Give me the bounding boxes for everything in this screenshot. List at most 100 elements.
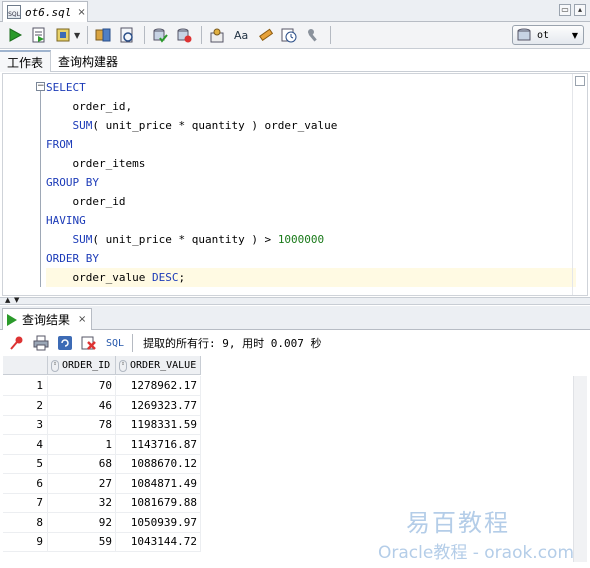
refresh-icon[interactable] <box>54 332 76 354</box>
column-header-order-value[interactable]: ⇕ ORDER_VALUE <box>116 356 201 375</box>
format-icon[interactable]: Aa <box>230 24 252 46</box>
table-row[interactable]: 6 27 1084871.49 <box>3 473 201 494</box>
rollback-icon[interactable] <box>173 24 195 46</box>
restore-window-icon[interactable]: ▭ <box>559 4 571 16</box>
order-id-cell[interactable]: 70 <box>48 376 116 396</box>
autotrace-dropdown-icon[interactable]: ▼ <box>74 31 80 40</box>
editor-corner-box <box>575 76 585 86</box>
fold-collapse-icon[interactable]: − <box>36 82 45 91</box>
table-row[interactable]: 3 78 1198331.59 <box>3 415 201 435</box>
order-value-cell[interactable]: 1278962.17 <box>116 376 201 396</box>
tab-worksheet[interactable]: 工作表 <box>0 50 52 72</box>
sql-editor[interactable]: − SELECT order_id, SUM( unit_price * qua… <box>2 73 588 296</box>
connection-select[interactable]: ot ▼ <box>512 25 584 45</box>
toolbar-separator <box>330 26 332 44</box>
autotrace-icon[interactable] <box>52 24 74 46</box>
table-row[interactable]: 5 68 1088670.12 <box>3 454 201 474</box>
sql-function: SUM <box>72 233 93 246</box>
code-line[interactable]: order_id <box>46 192 576 211</box>
order-value-cell[interactable]: 1198331.59 <box>116 415 201 435</box>
order-id-cell[interactable]: 1 <box>48 434 116 455</box>
code-line[interactable]: order_id, <box>46 97 576 116</box>
order-id-cell[interactable]: 92 <box>48 512 116 533</box>
splitter-down-icon[interactable]: ▼ <box>14 296 19 304</box>
row-number: 7 <box>3 493 48 513</box>
editor-right-margin <box>572 74 573 295</box>
code-line[interactable]: SUM( unit_price * quantity ) order_value <box>46 116 576 135</box>
file-tab-ot6[interactable]: SQL ot6.sql × <box>2 1 88 22</box>
grid-header: ⇕ ORDER_ID ⇕ ORDER_VALUE <box>3 356 201 375</box>
tools-icon[interactable] <box>302 24 324 46</box>
column-header-order-id[interactable]: ⇕ ORDER_ID <box>48 356 116 375</box>
toolbar-separator <box>201 26 203 44</box>
table-row[interactable]: 2 46 1269323.77 <box>3 395 201 416</box>
close-result-tab-icon[interactable]: × <box>78 314 86 325</box>
code-line[interactable]: GROUP BY <box>46 173 576 192</box>
sql-keyword: ORDER BY <box>46 252 99 265</box>
order-id-cell[interactable]: 46 <box>48 395 116 416</box>
sql-text: order_value <box>46 271 152 284</box>
row-number: 1 <box>3 376 48 396</box>
chevron-down-icon: ▼ <box>571 30 578 40</box>
sql-tuning-icon[interactable] <box>116 24 138 46</box>
code-line[interactable]: SUM( unit_price * quantity ) > 1000000 <box>46 230 576 249</box>
order-id-cell[interactable]: 32 <box>48 493 116 513</box>
order-value-cell[interactable]: 1143716.87 <box>116 434 201 455</box>
order-value-cell[interactable]: 1043144.72 <box>116 532 201 552</box>
sql-text: ; <box>178 271 186 284</box>
sql-link[interactable]: SQL <box>106 338 124 349</box>
sql-number: 1000000 <box>277 233 325 246</box>
code-line[interactable]: order_items <box>46 154 576 173</box>
table-row[interactable]: 1 70 1278962.17 <box>3 376 201 396</box>
result-toolbar: SQL 提取的所有行: 9, 用时 0.007 秒 <box>0 331 590 355</box>
close-tab-icon[interactable]: × <box>77 7 85 18</box>
database-connection-icon <box>517 28 531 41</box>
table-row[interactable]: 8 92 1050939.97 <box>3 512 201 533</box>
tab-query-builder[interactable]: 查询构建器 <box>51 50 125 72</box>
code-line[interactable]: SELECT <box>46 78 576 97</box>
explain-plan-icon[interactable] <box>92 24 114 46</box>
table-row[interactable]: 4 1 1143716.87 <box>3 434 201 455</box>
splitter-up-icon[interactable]: ▲ <box>5 296 10 304</box>
order-value-cell[interactable]: 1084871.49 <box>116 473 201 494</box>
collapse-window-icon[interactable]: ▴ <box>574 4 586 16</box>
grid-scrollbar[interactable] <box>573 376 587 562</box>
code-line[interactable]: HAVING <box>46 211 576 230</box>
commit-icon[interactable] <box>149 24 171 46</box>
row-number: 9 <box>3 532 48 552</box>
history-icon[interactable] <box>278 24 300 46</box>
pin-icon[interactable] <box>6 332 28 354</box>
order-value-cell[interactable]: 1088670.12 <box>116 454 201 474</box>
sql-keyword: DESC <box>151 271 179 284</box>
fetch-status: 提取的所有行: 9, 用时 0.007 秒 <box>143 337 322 350</box>
order-id-cell[interactable]: 68 <box>48 454 116 474</box>
sql-text: order_id, <box>46 100 133 113</box>
unshared-sql-icon[interactable] <box>206 24 228 46</box>
sql-text: order_id <box>46 195 126 208</box>
print-icon[interactable] <box>30 332 52 354</box>
order-id-cell[interactable]: 27 <box>48 473 116 494</box>
code-line[interactable]: ORDER BY <box>46 249 576 268</box>
code-area[interactable]: SELECT order_id, SUM( unit_price * quant… <box>46 78 576 287</box>
code-line[interactable]: order_value DESC; <box>46 268 576 287</box>
watermark-en: Oracle教程 - oraok.com <box>378 543 575 563</box>
order-value-cell[interactable]: 1081679.88 <box>116 493 201 513</box>
run-statement-icon[interactable] <box>4 24 26 46</box>
panel-splitter[interactable]: ▲ ▼ <box>0 296 590 305</box>
order-id-cell[interactable]: 78 <box>48 415 116 435</box>
tab-query-result[interactable]: 查询结果 × <box>2 308 92 330</box>
order-id-cell[interactable]: 59 <box>48 532 116 552</box>
code-line[interactable]: FROM <box>46 135 576 154</box>
order-value-cell[interactable]: 1269323.77 <box>116 395 201 416</box>
table-row[interactable]: 9 59 1043144.72 <box>3 532 201 552</box>
clear-icon[interactable] <box>254 24 276 46</box>
table-row[interactable]: 7 32 1081679.88 <box>3 493 201 513</box>
sort-icon: ⇕ <box>119 359 127 372</box>
order-value-cell[interactable]: 1050939.97 <box>116 512 201 533</box>
file-tab-label: ot6.sql <box>25 5 72 19</box>
run-script-icon[interactable] <box>28 24 50 46</box>
cancel-query-icon[interactable] <box>78 332 100 354</box>
toolbar-separator <box>144 26 146 44</box>
